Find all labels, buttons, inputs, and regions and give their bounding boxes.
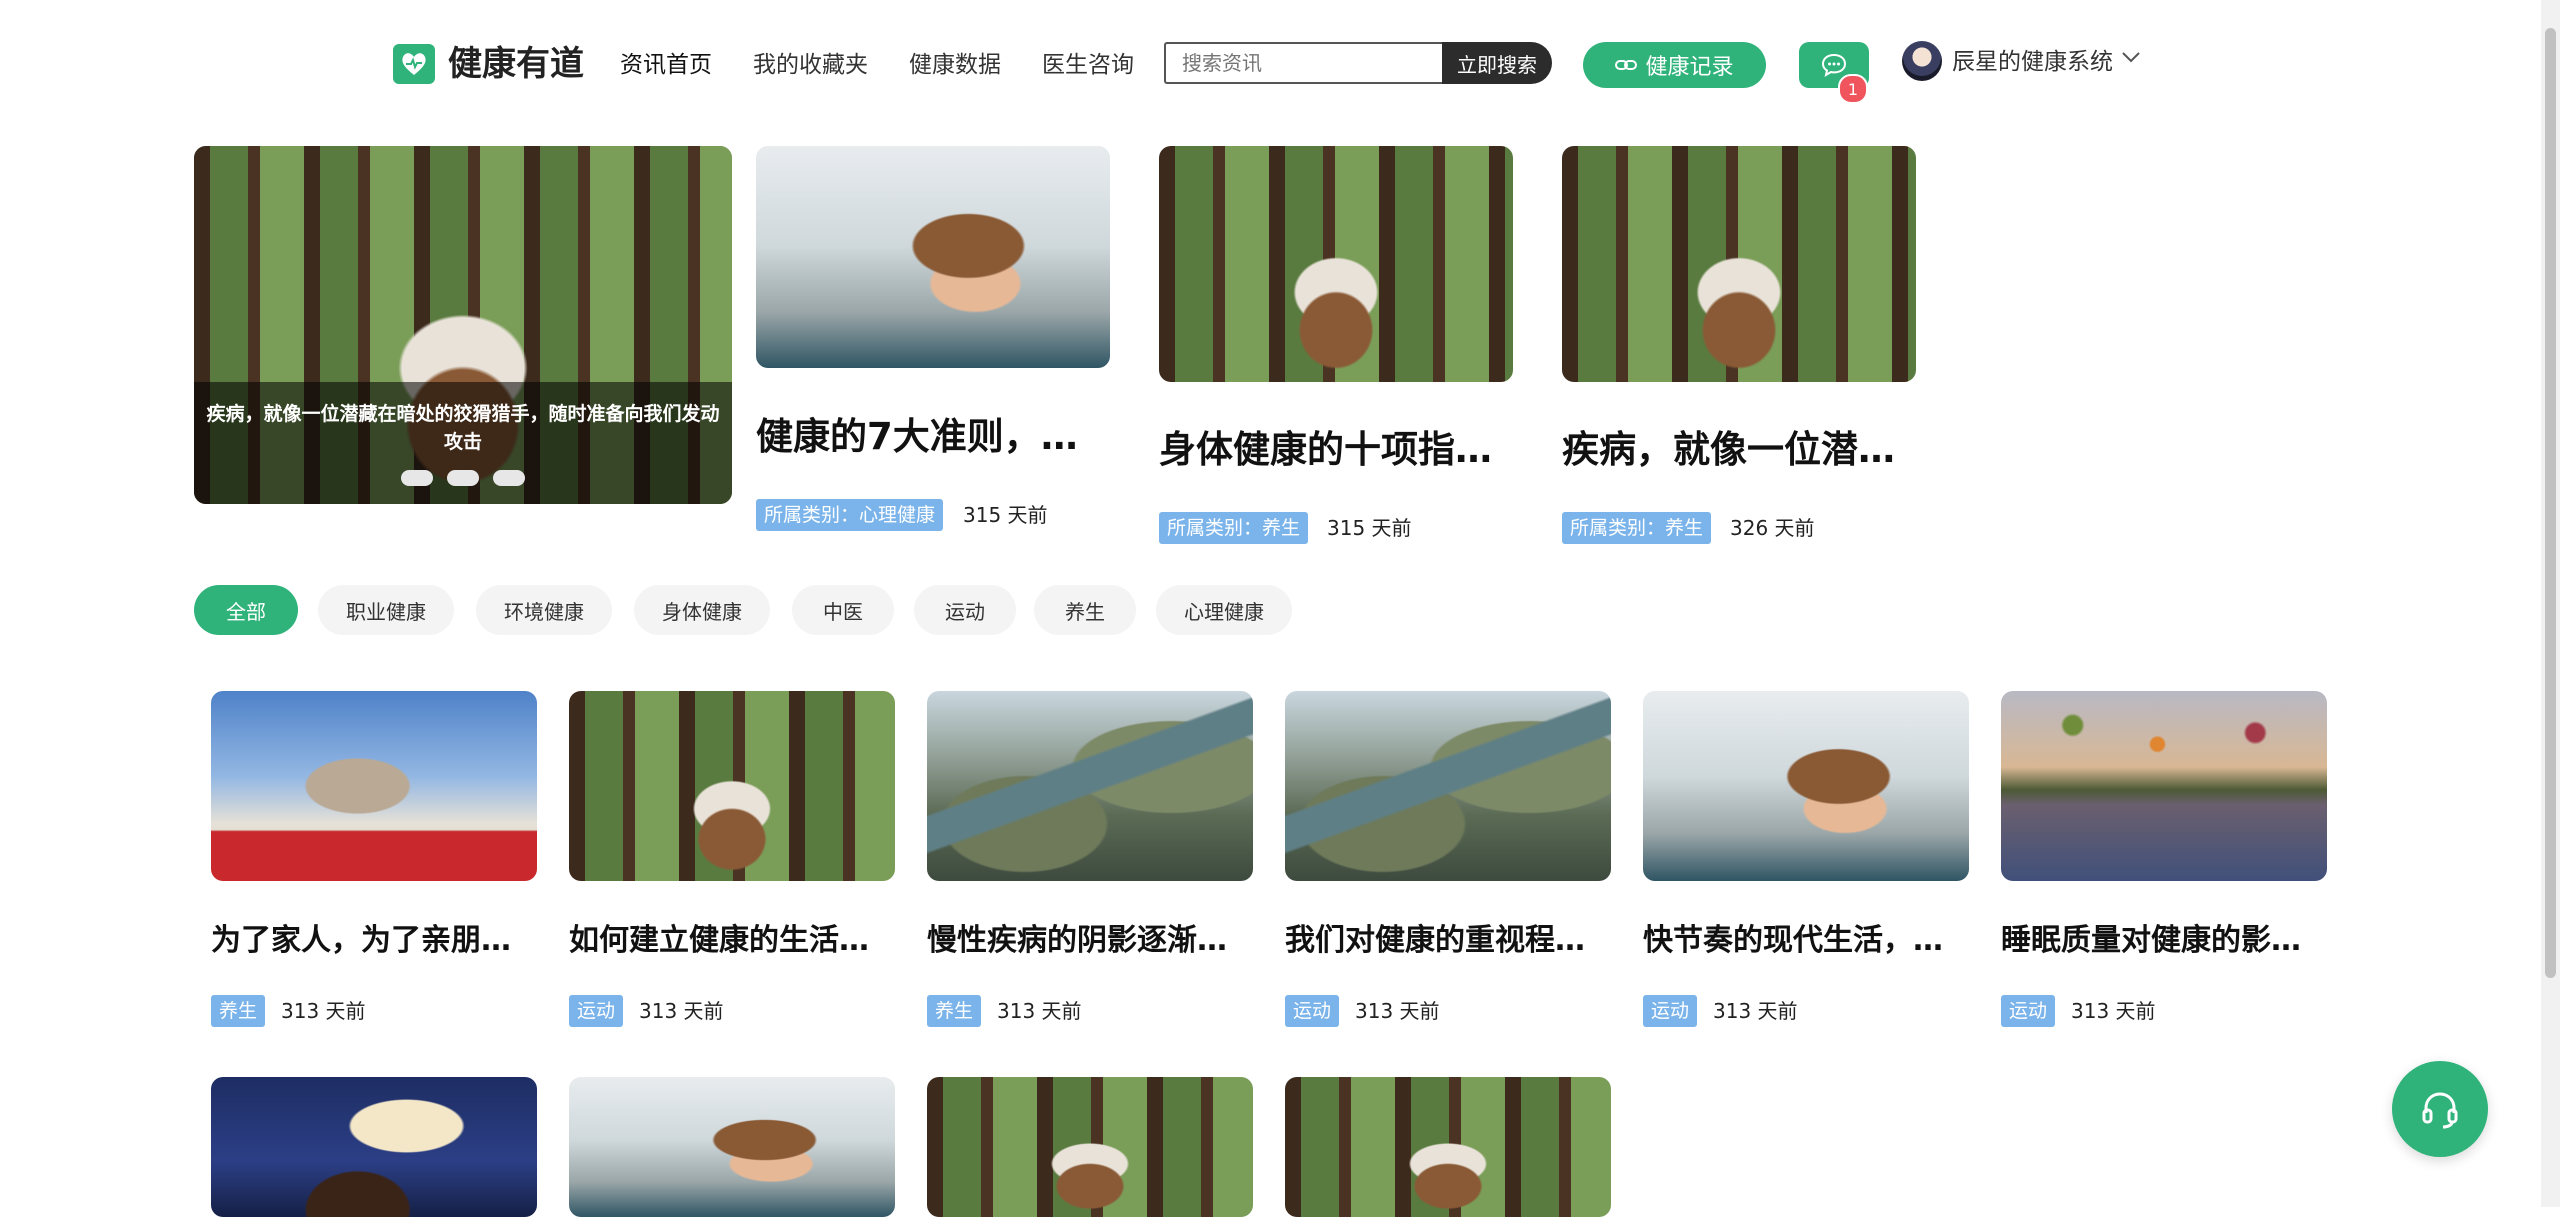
article-title-2[interactable]: 如何建立健康的生活… (569, 921, 895, 961)
site-title[interactable]: 健康有道 (448, 42, 584, 86)
article-category-4: 运动 (1285, 995, 1340, 1027)
health-record-label: 健康记录 (1645, 55, 1734, 80)
tab-wellness[interactable]: 养生 (1034, 585, 1136, 635)
heart-icon (402, 53, 426, 75)
chevron-down-icon[interactable] (2120, 50, 2142, 64)
hero-carousel[interactable]: 疾病，就像一位潜藏在暗处的狡猾猎手，随时准备向我们发动攻击 (194, 146, 732, 504)
article-image-7[interactable] (211, 1077, 537, 1217)
article-image-10[interactable] (1285, 1077, 1611, 1217)
article-category-3: 养生 (927, 995, 982, 1027)
carousel-dot-1[interactable] (401, 470, 433, 486)
featured-title-1[interactable]: 健康的7大准则，… (756, 413, 1078, 461)
article-image-5[interactable] (1643, 691, 1969, 881)
scrollbar-thumb[interactable] (2545, 28, 2556, 978)
article-category-1: 养生 (211, 995, 266, 1027)
tab-environmental-health[interactable]: 环境健康 (476, 585, 612, 635)
featured-title-2[interactable]: 身体健康的十项指… (1159, 426, 1492, 474)
featured-time-3: 326 天前 (1730, 516, 1815, 540)
featured-image-3[interactable] (1562, 146, 1916, 382)
article-image-4[interactable] (1285, 691, 1611, 881)
article-time-4: 313 天前 (1355, 999, 1440, 1023)
article-time-2: 313 天前 (639, 999, 724, 1023)
article-image-6[interactable] (2001, 691, 2327, 881)
chat-icon (1821, 53, 1847, 78)
nav-home[interactable]: 资讯首页 (620, 50, 712, 80)
nav-doctor-consult[interactable]: 医生咨询 (1042, 50, 1134, 80)
article-category-6: 运动 (2001, 995, 2056, 1027)
featured-time-2: 315 天前 (1327, 516, 1412, 540)
article-time-5: 313 天前 (1713, 999, 1798, 1023)
customer-support-button[interactable] (2392, 1061, 2488, 1157)
logo-icon[interactable] (393, 44, 435, 84)
featured-image-1[interactable] (756, 146, 1110, 368)
featured-category-2: 所属类别：养生 (1159, 512, 1309, 544)
tab-occupational-health[interactable]: 职业健康 (318, 585, 454, 635)
article-title-4[interactable]: 我们对健康的重视程… (1285, 921, 1611, 961)
carousel-caption-text: 疾病，就像一位潜藏在暗处的狡猾猎手，随时准备向我们发动攻击 (206, 403, 720, 453)
featured-category-3: 所属类别：养生 (1562, 512, 1712, 544)
article-title-1[interactable]: 为了家人，为了亲朋… (211, 921, 537, 961)
article-title-3[interactable]: 慢性疾病的阴影逐渐… (927, 921, 1253, 961)
user-menu-name[interactable]: 辰星的健康系统 (1952, 47, 2113, 77)
article-time-6: 313 天前 (2071, 999, 2156, 1023)
article-image-1[interactable] (211, 691, 537, 881)
nav-favorites[interactable]: 我的收藏夹 (753, 50, 868, 80)
tab-physical-health[interactable]: 身体健康 (634, 585, 770, 635)
tab-exercise[interactable]: 运动 (914, 585, 1016, 635)
article-time-1: 313 天前 (281, 999, 366, 1023)
nav-health-data[interactable]: 健康数据 (909, 50, 1001, 80)
featured-title-3[interactable]: 疾病，就像一位潜… (1562, 426, 1895, 474)
avatar[interactable] (1902, 41, 1942, 81)
carousel-dots (401, 470, 525, 486)
featured-time-1: 315 天前 (963, 503, 1048, 527)
article-title-5[interactable]: 快节奏的现代生活，… (1643, 921, 1969, 961)
article-time-3: 313 天前 (997, 999, 1082, 1023)
link-icon (1615, 60, 1638, 70)
health-record-button[interactable]: 健康记录 (1583, 42, 1766, 88)
featured-category-1: 所属类别：心理健康 (756, 499, 944, 531)
tab-tcm[interactable]: 中医 (792, 585, 894, 635)
search-input[interactable] (1164, 42, 1442, 84)
article-category-2: 运动 (569, 995, 624, 1027)
article-image-8[interactable] (569, 1077, 895, 1217)
article-title-6[interactable]: 睡眠质量对健康的影… (2001, 921, 2327, 961)
article-image-2[interactable] (569, 691, 895, 881)
carousel-dot-3[interactable] (493, 470, 525, 486)
featured-image-2[interactable] (1159, 146, 1513, 382)
search-button[interactable]: 立即搜索 (1442, 42, 1552, 84)
headset-icon (2422, 1092, 2458, 1129)
article-category-5: 运动 (1643, 995, 1698, 1027)
carousel-dot-2[interactable] (447, 470, 479, 486)
tab-mental-health[interactable]: 心理健康 (1156, 585, 1292, 635)
article-image-3[interactable] (927, 691, 1253, 881)
article-image-9[interactable] (927, 1077, 1253, 1217)
tab-all[interactable]: 全部 (194, 585, 298, 635)
message-count-badge: 1 (1838, 74, 1868, 104)
